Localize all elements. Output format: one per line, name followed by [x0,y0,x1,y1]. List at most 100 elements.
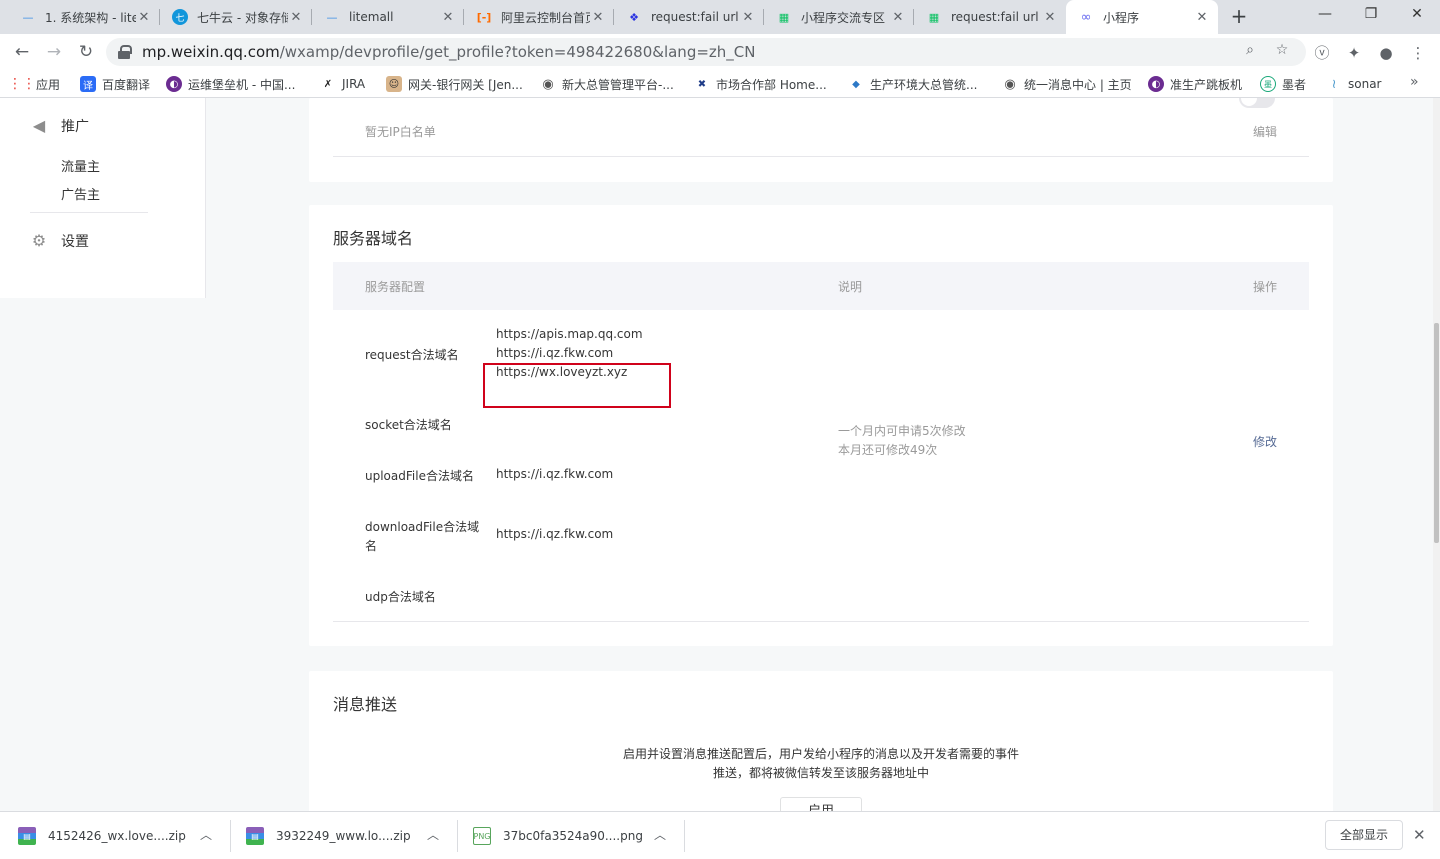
close-tab-icon[interactable]: ✕ [890,10,906,25]
bookmark-bastion[interactable]: ◐ 运维堡垒机 - 中国... [166,76,295,92]
sidebar-item-traffic-owner[interactable]: 流量主 [61,156,100,175]
zip-archive-icon: ▤ [246,827,264,845]
tab-3[interactable]: — litemall ✕ [312,0,464,34]
close-tab-icon[interactable]: ✕ [440,10,456,25]
tab-1[interactable]: — 1. 系统架构 - litemall ✕ [8,0,160,34]
divider [333,621,1309,622]
divider [333,156,1309,157]
tab-2[interactable]: 七 七牛云 - 对象存储 ✕ [160,0,312,34]
scrollbar-thumb[interactable] [1434,323,1439,543]
minimize-button[interactable]: — [1302,0,1348,30]
divider [230,820,231,852]
bookmark-star-icon[interactable]: ☆ [1272,40,1292,60]
close-tab-icon[interactable]: ✕ [1042,10,1058,25]
udp-domain-label: udp合法域名 [365,590,436,604]
sidebar-item-promotion[interactable]: ◀ 推广 [30,116,89,136]
download-domain-label-1: downloadFile合法域 [365,520,480,534]
gear-icon: ⚙ [31,231,47,250]
download-item-1[interactable]: ▤ 4152426_wx.love....zip [18,812,186,859]
bookmark-message-center[interactable]: ◉ 统一消息中心 | 主页 [1002,76,1131,92]
close-tab-icon[interactable]: ✕ [590,10,606,25]
grid-favicon-icon: ▦ [778,10,790,24]
chevron-up-icon[interactable]: ︿ [654,826,666,843]
sidebar-divider [30,212,148,213]
page-scrollbar[interactable] [1433,98,1440,811]
tab-8-active[interactable]: ∞ 小程序 ✕ [1066,0,1218,34]
confluence-icon: ✖ [697,78,707,90]
enable-push-button[interactable]: 启用 [780,797,862,811]
ip-whitelist-edit-link[interactable]: 编辑 [1253,123,1277,140]
chevron-up-icon[interactable]: ︿ [200,826,212,843]
close-tab-icon[interactable]: ✕ [1194,10,1210,25]
new-tab-button[interactable]: + [1228,5,1250,27]
jenkins-icon: ☺ [386,76,402,92]
show-all-downloads-button[interactable]: 全部显示 [1325,820,1403,850]
restore-button[interactable]: ❐ [1348,0,1394,30]
message-push-title: 消息推送 [333,695,398,714]
globe-icon: ◉ [542,76,554,92]
bookmark-mozhe[interactable]: 墨墨者 [1260,76,1306,92]
th-op: 操作 [1253,280,1278,294]
bookmark-market[interactable]: ✖ 市场合作部 Home... [694,76,827,92]
server-domain-title: 服务器域名 [333,229,414,248]
reload-button[interactable]: ↻ [74,40,98,64]
profile-avatar-icon[interactable]: ● [1376,43,1396,63]
bookmark-jumpbox[interactable]: ◐ 准生产跳板机 [1148,76,1242,92]
bookmark-production[interactable]: ◆ 生产环境大总管统... [848,76,977,92]
tab-4[interactable]: [-] 阿里云控制台首页 ✕ [464,0,614,34]
bookmark-admin-platform[interactable]: ◉ 新大总管管理平台-... [540,76,673,92]
bookmark-apps[interactable]: ⋮⋮ 应用 [8,76,60,92]
request-domain-2: https://i.qz.fkw.com [496,346,614,360]
address-bar[interactable]: mp.weixin.qq.com/wxamp/devprofile/get_pr… [106,38,1306,66]
bookmark-baidu-translate[interactable]: 译百度翻译 [80,76,150,92]
tab-7[interactable]: ▦ request:fail url not in domain list ✕ [914,0,1066,34]
divider [684,820,685,852]
sonar-wave-icon: ≀ [1331,76,1337,92]
sidebar-item-settings[interactable]: ⚙ 设置 [30,231,89,251]
highlight-box [483,363,671,408]
zip-archive-icon: ▤ [18,827,36,845]
close-tab-icon[interactable]: ✕ [136,10,152,25]
bookmarks-overflow-chevron-icon[interactable]: » [1410,74,1419,90]
bookmark-gateway[interactable]: ☺ 网关-银行网关 [Jen... [386,76,523,92]
back-button[interactable]: ← [10,40,34,64]
mozhe-icon: 墨 [1260,76,1276,92]
close-tab-icon[interactable]: ✕ [740,10,756,25]
bookmark-sonar[interactable]: ≀ sonar [1326,76,1382,92]
upload-domain: https://i.qz.fkw.com [496,467,614,481]
sidebar: ◀ 推广 流量主 广告主 ⚙ 设置 [0,98,206,298]
extension-v-icon[interactable]: ⓥ [1312,43,1332,63]
chevron-up-icon[interactable]: ︿ [427,826,439,843]
forward-button[interactable]: → [42,40,66,64]
download-domain: https://i.qz.fkw.com [496,527,614,541]
server-domain-card: 服务器域名 服务器配置 说明 操作 request合法域名 https://ap… [309,205,1333,646]
zoom-search-icon[interactable]: ⌕ [1240,40,1260,60]
url-text[interactable]: mp.weixin.qq.com/wxamp/devprofile/get_pr… [142,43,755,61]
menu-kebab-icon[interactable]: ⋮ [1408,43,1428,63]
bastion-icon: ◐ [1148,76,1164,92]
download-domain-label-2: 名 [365,539,378,553]
download-item-2[interactable]: ▤ 3932249_www.lo....zip [246,812,411,859]
jira-icon: ✗ [323,78,333,90]
browser-toolbar: ← → ↻ mp.weixin.qq.com/wxamp/devprofile/… [0,34,1440,70]
apps-grid-icon: ⋮⋮ [8,76,36,92]
png-image-icon: PNG [473,827,491,845]
dash-favicon-icon: — [22,10,34,24]
close-window-button[interactable]: ✕ [1394,0,1440,30]
tab-6[interactable]: ▦ 小程序交流专区 ✕ [764,0,914,34]
download-item-3[interactable]: PNG 37bc0fa3524a90....png [473,812,643,859]
ip-whitelist-toggle[interactable] [1239,98,1275,108]
bookmark-jira[interactable]: ✗ JIRA [320,76,365,92]
lock-icon[interactable] [118,45,132,59]
tab-5[interactable]: ❖ request:fail url not in domain list ✕ [614,0,764,34]
sidebar-item-advertiser[interactable]: 广告主 [61,184,100,203]
dash-favicon-icon: — [326,10,338,24]
close-tab-icon[interactable]: ✕ [288,10,304,25]
upload-domain-label: uploadFile合法域名 [365,469,474,483]
close-downloads-icon[interactable]: ✕ [1413,826,1426,844]
extensions-puzzle-icon[interactable]: ✦ [1344,43,1364,63]
page-content: ◀ 推广 流量主 广告主 ⚙ 设置 暂无IP白名单 编辑 服务器域名 服务器配置… [0,98,1440,811]
bastion-icon: ◐ [166,76,182,92]
modify-link[interactable]: 修改 [1253,433,1277,450]
th-desc: 说明 [838,280,863,294]
